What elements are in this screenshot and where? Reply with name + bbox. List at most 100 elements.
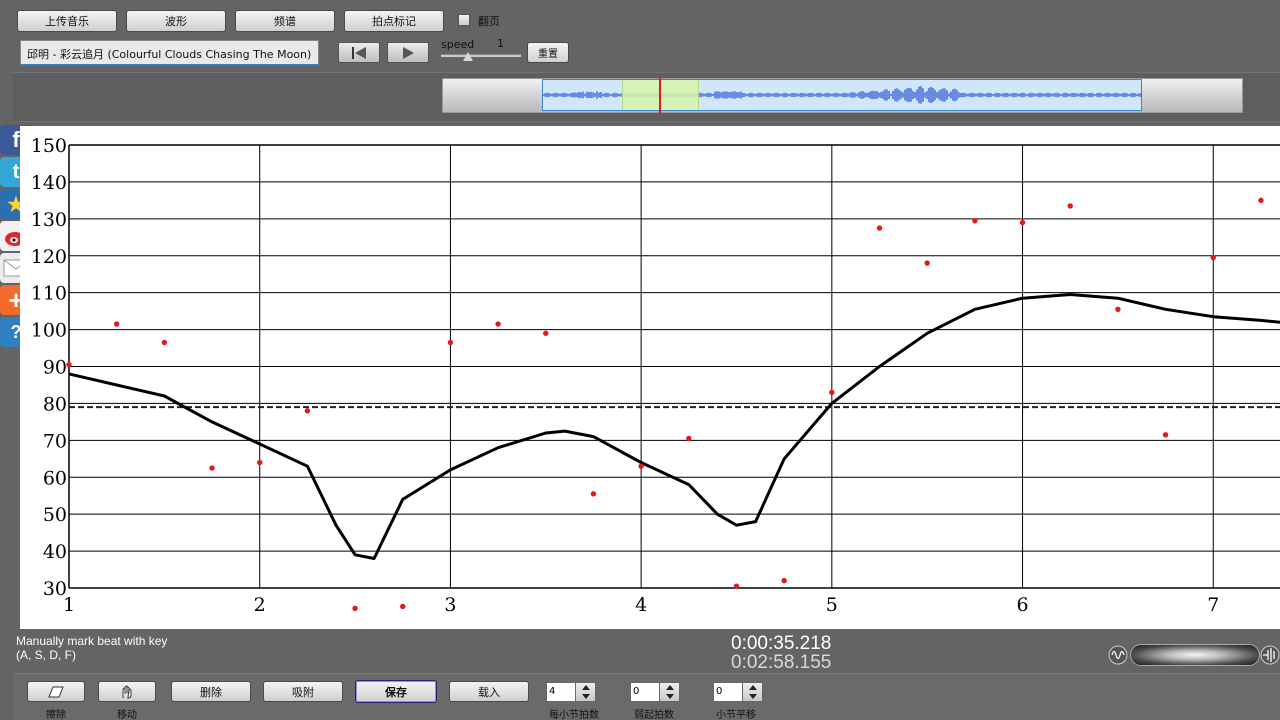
pickup-beats-stepper[interactable]: 0 xyxy=(630,682,680,702)
volume-slider[interactable] xyxy=(1130,644,1260,666)
reset-speed-label: 重置 xyxy=(538,49,558,60)
tempo-chart[interactable]: 30 40 50 60 70 80 90 100 110 120 130 140 150 1 2 3 4 5 6 7 xyxy=(20,126,1280,629)
speed-label: speed xyxy=(441,38,475,51)
decrement-icon[interactable] xyxy=(748,694,757,699)
snap-label: 吸附 xyxy=(292,685,314,699)
beat-point[interactable] xyxy=(495,321,501,327)
waveform-label: 波形 xyxy=(165,15,187,28)
beat-point[interactable] xyxy=(66,361,72,368)
pickup-beats-arrows[interactable] xyxy=(660,682,680,702)
bar-offset-stepper[interactable]: 0 xyxy=(713,682,763,702)
spectrum-label: 频谱 xyxy=(274,15,296,28)
increment-icon[interactable] xyxy=(581,685,590,690)
wave-left-icon xyxy=(1108,645,1128,665)
beat-point[interactable] xyxy=(686,435,692,442)
spectrum-button[interactable]: 频谱 xyxy=(235,10,335,32)
increment-icon[interactable] xyxy=(748,685,757,690)
hint-line-1: Manually mark beat with key xyxy=(16,634,168,648)
beat-point[interactable] xyxy=(1210,254,1216,261)
x-tick-label: 6 xyxy=(1016,594,1028,616)
x-tick-label: 2 xyxy=(254,594,266,616)
move-caption: 移动 xyxy=(117,710,137,720)
speed-slider-track[interactable] xyxy=(441,54,521,57)
wave-right-icon xyxy=(1260,645,1280,665)
beat-point[interactable] xyxy=(257,459,263,466)
beat-mark-label: 拍点标记 xyxy=(372,15,416,28)
delete-button[interactable]: 删除 xyxy=(171,681,251,702)
speed-value: 1 xyxy=(497,37,504,50)
page-flip-checkbox[interactable] xyxy=(458,14,470,26)
increment-icon[interactable] xyxy=(665,685,674,690)
y-tick-label: 130 xyxy=(31,209,67,231)
tempo-chart-svg: 304050607080901001101201301401501 2 3 4 5 6 7 xyxy=(31,135,1280,616)
x-tick-label: 1 xyxy=(63,594,75,616)
beat-point[interactable] xyxy=(1019,219,1026,226)
speed-slider-thumb[interactable] xyxy=(463,52,473,61)
beat-point[interactable] xyxy=(1115,306,1121,312)
upload-music-button[interactable]: 上传音乐 xyxy=(17,10,117,32)
beat-point[interactable] xyxy=(733,583,740,589)
hint-line-2: (A, S, D, F) xyxy=(16,648,76,662)
beats-per-bar-caption: 每小节拍数 xyxy=(549,710,599,720)
beat-point[interactable] xyxy=(590,491,597,497)
reset-speed-button[interactable]: 重置 xyxy=(527,42,569,63)
decrement-icon[interactable] xyxy=(665,694,674,699)
beats-per-bar-value[interactable]: 4 xyxy=(546,682,576,702)
beat-point[interactable] xyxy=(400,603,406,610)
beat-point[interactable] xyxy=(829,389,835,396)
x-tick-label: 7 xyxy=(1207,594,1219,616)
y-tick-label: 150 xyxy=(31,135,67,157)
play-button[interactable] xyxy=(387,42,429,63)
decrement-icon[interactable] xyxy=(581,694,590,699)
bar-offset-arrows[interactable] xyxy=(743,682,763,702)
beat-point[interactable] xyxy=(209,465,215,471)
beat-point[interactable] xyxy=(304,408,311,414)
x-tick-label: 4 xyxy=(635,594,647,616)
pickup-beats-caption: 弱起拍数 xyxy=(634,710,674,720)
beat-point[interactable] xyxy=(924,260,930,266)
beat-point[interactable] xyxy=(161,339,168,346)
volume-control[interactable] xyxy=(1108,644,1280,666)
save-label: 保存 xyxy=(385,685,407,699)
beat-point[interactable] xyxy=(876,225,883,231)
move-tool-button[interactable] xyxy=(98,681,156,702)
skip-back-button[interactable] xyxy=(338,42,380,63)
beat-point[interactable] xyxy=(543,330,549,336)
beat-point[interactable] xyxy=(447,339,454,346)
beat-mark-button[interactable]: 拍点标记 xyxy=(344,10,444,32)
x-tick-label: 5 xyxy=(826,594,838,616)
y-tick-label: 100 xyxy=(31,320,67,342)
beat-point[interactable] xyxy=(1258,197,1264,204)
skip-back-icon xyxy=(352,46,366,59)
load-label: 载入 xyxy=(478,685,500,699)
beat-point[interactable] xyxy=(1067,203,1073,209)
beat-point[interactable] xyxy=(781,577,787,584)
save-button[interactable]: 保存 xyxy=(355,680,437,703)
load-button[interactable]: 载入 xyxy=(449,681,529,702)
y-tick-label: 60 xyxy=(43,467,67,489)
beat-point[interactable] xyxy=(1162,432,1169,438)
bar-offset-value[interactable]: 0 xyxy=(713,682,743,702)
beats-per-bar-stepper[interactable]: 4 xyxy=(546,682,596,702)
erase-tool-button[interactable] xyxy=(27,681,85,702)
upload-music-label: 上传音乐 xyxy=(45,15,89,28)
y-tick-label: 140 xyxy=(31,172,67,194)
beat-point[interactable] xyxy=(972,217,978,224)
tempo-curve xyxy=(68,293,1280,560)
track-title-field[interactable]: 邱明 - 彩云追月 (Colourful Clouds Chasing The … xyxy=(20,40,319,66)
beats-per-bar-arrows[interactable] xyxy=(576,682,596,702)
erase-caption: 擦除 xyxy=(46,710,66,720)
pickup-beats-value[interactable]: 0 xyxy=(630,682,660,702)
hand-move-icon xyxy=(122,684,132,699)
delete-label: 删除 xyxy=(200,685,222,699)
x-tick-label: 3 xyxy=(444,594,456,616)
beat-point[interactable] xyxy=(352,605,358,612)
beat-point[interactable] xyxy=(638,463,644,469)
y-tick-label: 40 xyxy=(43,541,67,563)
playhead-marker[interactable] xyxy=(659,78,661,113)
y-tick-label: 90 xyxy=(43,357,67,379)
beat-point[interactable] xyxy=(113,321,120,327)
y-tick-label: 120 xyxy=(31,246,67,268)
waveform-button[interactable]: 波形 xyxy=(126,10,226,32)
snap-button[interactable]: 吸附 xyxy=(263,681,343,702)
